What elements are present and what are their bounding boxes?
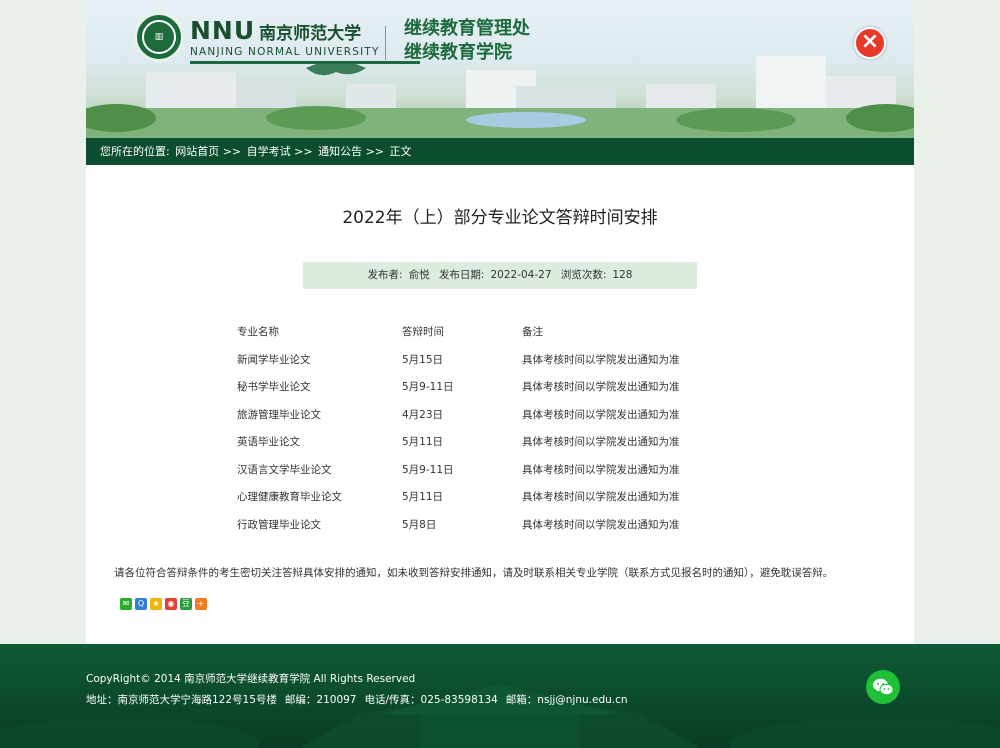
header-defense-time: 答辩时间 — [402, 326, 444, 338]
footer-phone: 电话/传真：025-83598134 — [364, 694, 498, 706]
breadcrumb-separator: >> — [365, 145, 385, 158]
article-notice: 请各位符合答辩条件的考生密切关注答辩具体安排的通知，如未收到答辩安排通知，请及时… — [114, 567, 834, 579]
table-header-row: 专业名称 答辩时间 备注 — [237, 319, 712, 347]
date-label: 发布日期: — [438, 269, 485, 281]
qq-share-icon[interactable]: Q — [135, 598, 147, 610]
cell-remark: 具体考核时间以学院发出通知为准 — [522, 463, 680, 476]
schedule-table: 专业名称 答辩时间 备注 新闻学毕业论文 5月15日 具体考核时间以学院发出通知… — [237, 319, 712, 539]
cell-major: 旅游管理毕业论文 — [237, 408, 321, 421]
seal-inner-icon: ▥ — [142, 20, 176, 54]
cell-time: 5月9-11日 — [402, 381, 454, 393]
cell-remark: 具体考核时间以学院发出通知为准 — [522, 518, 680, 531]
cell-remark: 具体考核时间以学院发出通知为准 — [522, 436, 680, 448]
header-divider — [385, 26, 386, 60]
cell-remark: 具体考核时间以学院发出通知为准 — [522, 491, 680, 503]
cell-remark: 具体考核时间以学院发出通知为准 — [522, 381, 680, 393]
breadcrumb-notices-link[interactable]: 通知公告 — [318, 145, 362, 158]
breadcrumb-separator: >> — [294, 145, 313, 158]
site-footer: CopyRight© 2014 南京师范大学继续教育学院 All Rights … — [0, 644, 1000, 748]
cell-major: 新闻学毕业论文 — [237, 353, 311, 366]
article-meta-bar: 发布者: 俞悦 发布日期: 2022-04-27 浏览次数: 128 — [303, 262, 697, 289]
cell-major: 汉语言文学毕业论文 — [237, 463, 332, 476]
table-row: 新闻学毕业论文 5月15日 具体考核时间以学院发出通知为准 — [237, 347, 712, 375]
footer-email: 邮箱：nsjj@njnu.edu.cn — [505, 694, 628, 706]
douban-share-icon[interactable]: 豆 — [180, 598, 192, 610]
footer-address: 地址：南京师范大学宁海路122号15号楼 — [86, 694, 277, 706]
header-banner: ▥ NNU 南京师范大学 NANJING NORMAL UNIVERSITY 继续… — [86, 0, 914, 138]
cell-time: 5月8日 — [402, 518, 437, 531]
university-seal-logo: ▥ — [134, 12, 184, 62]
breadcrumb-prefix: 您所在的位置: — [100, 145, 170, 158]
cell-time: 5月15日 — [402, 353, 444, 366]
publisher-value: 俞悦 — [408, 269, 430, 281]
breadcrumb-current: 正文 — [389, 145, 412, 158]
footer-text: CopyRight© 2014 南京师范大学继续教育学院 All Rights … — [86, 669, 636, 711]
office-title-line1: 继续教育管理处 — [404, 18, 530, 39]
more-share-icon[interactable]: + — [195, 598, 207, 610]
cell-time: 5月9-11日 — [402, 463, 454, 476]
breadcrumb: 您所在的位置: 网站首页 >> 自学考试 >> 通知公告 >> 正文 — [86, 138, 914, 165]
page-container: ▥ NNU 南京师范大学 NANJING NORMAL UNIVERSITY 继续… — [86, 0, 914, 644]
share-toolbar: ✉ Q ★ ◉ 豆 + — [120, 598, 207, 610]
cell-time: 5月11日 — [402, 436, 444, 448]
weibo-share-icon[interactable]: ◉ — [165, 598, 177, 610]
wechat-icon — [873, 678, 894, 696]
article-content: 2022年（上）部分专业论文答辩时间安排 发布者: 俞悦 发布日期: 2022-04… — [86, 165, 914, 644]
header-remark: 备注 — [522, 326, 543, 338]
date-value: 2022-04-27 — [490, 269, 552, 281]
footer-contact: 地址：南京师范大学宁海路122号15号楼 邮编：210097 电话/传真：025-8… — [86, 690, 636, 711]
views-value: 128 — [612, 269, 633, 281]
cell-major: 心理健康教育毕业论文 — [237, 491, 342, 503]
breadcrumb-separator: >> — [222, 145, 242, 158]
header-major: 专业名称 — [237, 326, 279, 338]
table-row: 汉语言文学毕业论文 5月9-11日 具体考核时间以学院发出通知为准 — [237, 457, 712, 485]
footer-postcode: 邮编：210097 — [284, 694, 357, 706]
table-row: 旅游管理毕业论文 4月23日 具体考核时间以学院发出通知为准 — [237, 402, 712, 430]
cell-major: 秘书学毕业论文 — [237, 381, 311, 393]
breadcrumb-home-link[interactable]: 网站首页 — [175, 145, 219, 158]
table-row: 秘书学毕业论文 5月9-11日 具体考核时间以学院发出通知为准 — [237, 374, 712, 402]
cell-remark: 具体考核时间以学院发出通知为准 — [522, 353, 680, 366]
cell-major: 行政管理毕业论文 — [237, 518, 321, 531]
table-row: 心理健康教育毕业论文 5月11日 具体考核时间以学院发出通知为准 — [237, 484, 712, 512]
publisher-label: 发布者: — [367, 269, 403, 281]
cell-major: 英语毕业论文 — [237, 436, 300, 448]
cell-time: 5月11日 — [402, 491, 444, 503]
views-label: 浏览次数: — [560, 269, 607, 281]
cell-remark: 具体考核时间以学院发出通知为准 — [522, 408, 680, 421]
qzone-share-icon[interactable]: ★ — [150, 598, 162, 610]
article-title: 2022年（上）部分专业论文答辩时间安排 — [342, 208, 658, 228]
wechat-share-icon[interactable]: ✉ — [120, 598, 132, 610]
close-button[interactable]: × — [854, 27, 886, 59]
office-title-line2: 继续教育学院 — [404, 42, 512, 63]
cell-time: 4月23日 — [402, 408, 444, 421]
breadcrumb-self-study-link[interactable]: 自学考试 — [247, 145, 291, 158]
brand-abbr: NNU — [190, 16, 256, 45]
table-row: 英语毕业论文 5月11日 具体考核时间以学院发出通知为准 — [237, 429, 712, 457]
wechat-float-button[interactable] — [866, 670, 900, 704]
table-row: 行政管理毕业论文 5月8日 具体考核时间以学院发出通知为准 — [237, 512, 712, 540]
brand-chinese-name: 南京师范大学 — [259, 24, 362, 44]
office-title: 继续教育管理处 继续教育学院 — [404, 17, 530, 65]
brand-underline — [190, 61, 420, 64]
footer-copyright: CopyRight© 2014 南京师范大学继续教育学院 All Rights … — [86, 673, 416, 685]
